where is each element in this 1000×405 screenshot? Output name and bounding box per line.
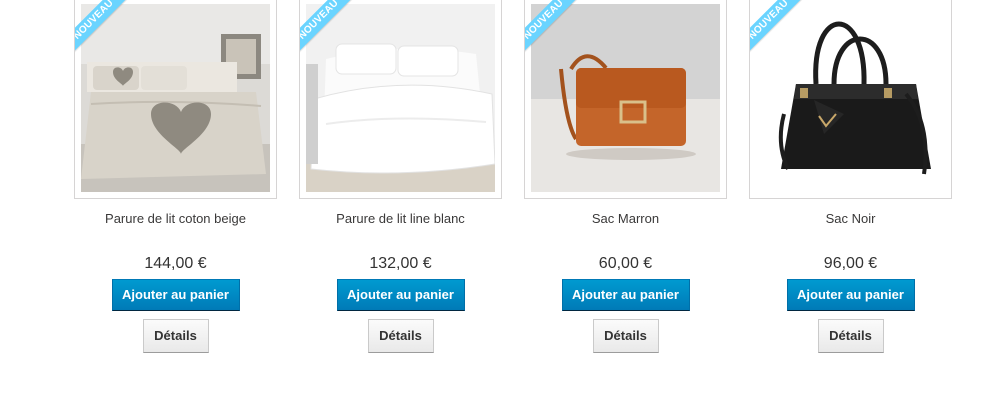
product-price: 132,00 € <box>369 255 432 272</box>
details-button[interactable]: Détails <box>592 319 659 353</box>
new-ribbon-label: NOUVEAU <box>525 0 589 65</box>
new-ribbon: NOUVEAU <box>75 0 153 78</box>
product-name-link[interactable]: Parure de lit line blanc <box>299 211 502 251</box>
new-ribbon-label: NOUVEAU <box>75 0 139 65</box>
details-button[interactable]: Détails <box>817 319 884 353</box>
product-price: 60,00 € <box>598 255 653 272</box>
product-name-link[interactable]: Sac Marron <box>524 211 727 251</box>
product-price: 96,00 € <box>823 255 878 272</box>
details-button[interactable]: Détails <box>367 319 434 353</box>
new-ribbon-label: NOUVEAU <box>300 0 364 65</box>
new-ribbon: NOUVEAU <box>525 0 603 78</box>
new-ribbon: NOUVEAU <box>300 0 378 78</box>
product-price: 144,00 € <box>144 255 207 272</box>
product-name-link[interactable]: Parure de lit coton beige <box>74 211 277 251</box>
add-to-cart-button[interactable]: Ajouter au panier <box>111 279 240 311</box>
product-image-link[interactable]: NOUVEAU <box>524 0 727 199</box>
product-image-link[interactable]: NOUVEAU <box>299 0 502 199</box>
details-button[interactable]: Détails <box>142 319 209 353</box>
product-image-link[interactable]: NOUVEAU <box>74 0 277 199</box>
add-to-cart-button[interactable]: Ajouter au panier <box>786 279 915 311</box>
add-to-cart-button[interactable]: Ajouter au panier <box>336 279 465 311</box>
new-ribbon-label: NOUVEAU <box>750 0 814 65</box>
add-to-cart-button[interactable]: Ajouter au panier <box>561 279 690 311</box>
product-card: NOUVEAU Sac Marron 60,00 € Ajouter au pa… <box>524 0 727 353</box>
product-name-link[interactable]: Sac Noir <box>749 211 952 251</box>
new-ribbon: NOUVEAU <box>750 0 828 78</box>
product-card: NOUVEAU Parure de lit line blanc 132,00 … <box>299 0 502 353</box>
product-card: NOUVEAU Sac Noir 96,00 € Ajouter au pani… <box>749 0 952 353</box>
product-image-link[interactable]: NOUVEAU <box>749 0 952 199</box>
product-card: NOUVEAU Parure de lit coton beige 144,00… <box>74 0 277 353</box>
